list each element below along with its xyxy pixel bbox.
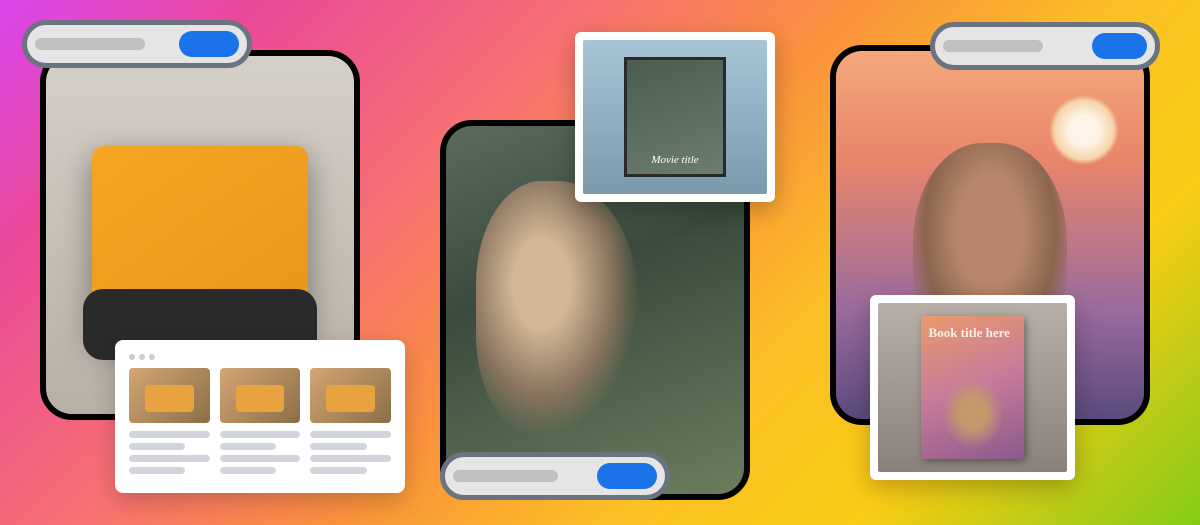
thumbnail-image <box>310 368 391 423</box>
bookstore-scene-image: Book title here <box>878 303 1067 472</box>
search-input-placeholder[interactable] <box>35 38 145 50</box>
book-cover: Book title here <box>921 316 1025 460</box>
results-grid-panel <box>115 340 405 493</box>
bus-shelter-poster: Movie title <box>624 57 725 177</box>
search-pill-3 <box>930 22 1160 70</box>
poster-title-text: Movie title <box>651 154 698 166</box>
result-item[interactable] <box>220 368 301 479</box>
result-item[interactable] <box>310 368 391 479</box>
street-scene-image: Movie title <box>583 40 767 194</box>
poster-mockup-card: Movie title <box>575 32 775 202</box>
generate-button[interactable] <box>179 31 239 57</box>
result-item[interactable] <box>129 368 210 479</box>
search-pill-1 <box>22 20 252 68</box>
generate-button[interactable] <box>597 463 657 489</box>
thumbnail-image <box>129 368 210 423</box>
generate-button[interactable] <box>1092 33 1147 59</box>
book-mockup-card: Book title here <box>870 295 1075 480</box>
search-input-placeholder[interactable] <box>943 40 1043 52</box>
book-cover-illustration <box>941 378 1003 450</box>
thumbnail-image <box>220 368 301 423</box>
search-pill-2 <box>440 452 670 500</box>
window-controls-icon <box>129 354 391 360</box>
book-title-text: Book title here <box>929 326 1017 340</box>
search-input-placeholder[interactable] <box>453 470 558 482</box>
